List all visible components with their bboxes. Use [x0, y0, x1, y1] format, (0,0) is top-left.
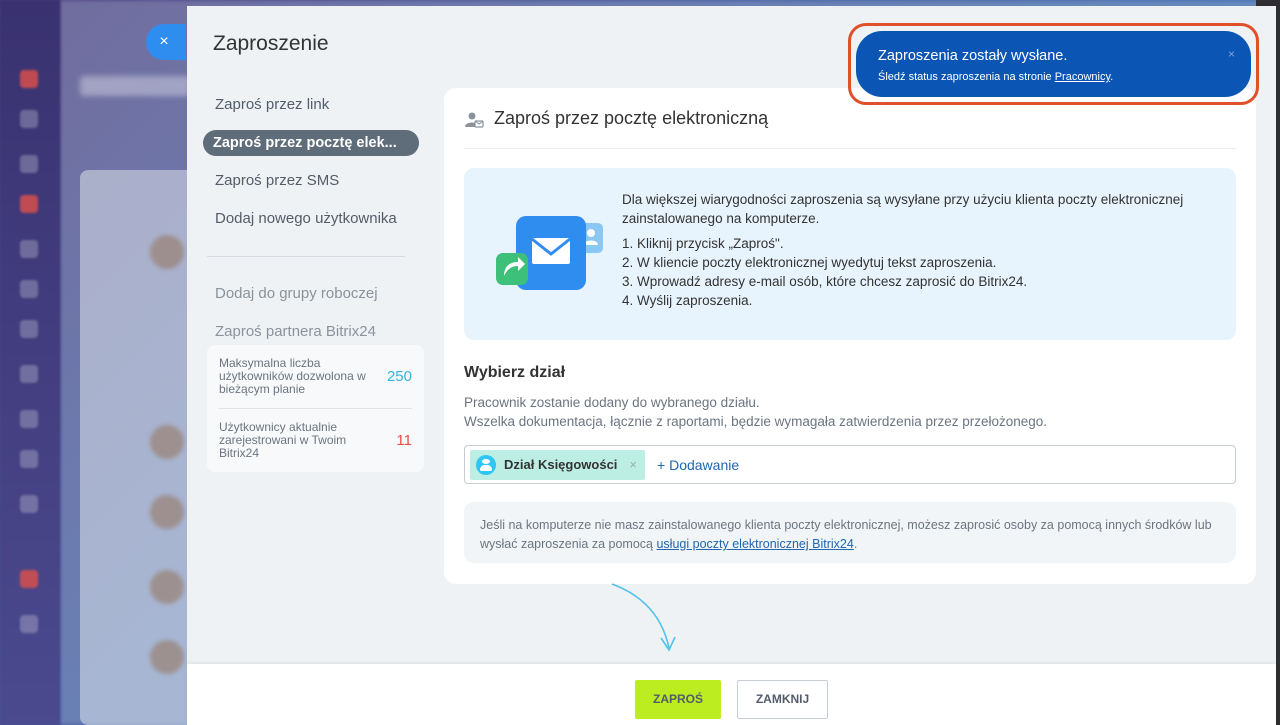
notification-toast: Zaproszenia zostały wysłane. Śledź statu…: [856, 31, 1251, 97]
toast-sub-text: Śledź status zaproszenia na stronie: [878, 71, 1055, 83]
background-avatar: [150, 570, 184, 604]
page-title: Zaproszenie: [213, 32, 329, 55]
toast-close-icon[interactable]: ×: [1228, 47, 1235, 61]
background-avatar: [150, 495, 184, 529]
stat-value: 11: [396, 432, 412, 449]
nav-item-invite-sms[interactable]: Zaproś przez SMS: [203, 162, 423, 200]
nav-item-invite-link[interactable]: Zaproś przez link: [203, 86, 423, 124]
note-end: .: [853, 537, 858, 551]
background-avatar: [150, 640, 184, 674]
invite-slider: Zaproszenie Zaproś przez link Zaproś prz…: [187, 6, 1276, 725]
info-intro: Dla większej wiarygodności zaproszenia s…: [622, 192, 1184, 226]
invite-button[interactable]: ZAPROŚ: [635, 680, 721, 719]
tag-remove-icon[interactable]: ×: [629, 457, 637, 472]
nav-item-add-user[interactable]: Dodaj nowego użytkownika: [203, 200, 423, 238]
employees-link[interactable]: Pracownicy: [1055, 71, 1110, 83]
nav-divider: [207, 256, 405, 257]
stat-label: Maksymalna liczba użytkowników dozwolona…: [219, 356, 366, 396]
stat-label: Użytkownicy aktualnie zarejestrowani w T…: [219, 420, 347, 460]
nav-item-add-to-workgroup[interactable]: Dodaj do grupy roboczej: [203, 275, 423, 313]
background-title: [80, 76, 190, 96]
info-step: 2. W kliencie poczty elektronicznej wyed…: [622, 255, 997, 270]
invite-email-card: Zaproś przez pocztę elektroniczną Dla wi…: [444, 88, 1256, 584]
toast-highlight: Zaproszenia zostały wysłane. Śledź statu…: [848, 23, 1259, 105]
card-title: Zaproś przez pocztę elektroniczną: [494, 108, 769, 128]
info-box: Dla większej wiarygodności zaproszenia s…: [464, 168, 1236, 340]
department-description-line: Wszelka dokumentacja, łącznie z raportam…: [464, 414, 1048, 429]
department-selector[interactable]: Dział Księgowości × + Dodawanie: [464, 445, 1236, 484]
toast-title: Zaproszenia zostały wysłane.: [878, 48, 1068, 64]
info-step: 3. Wprowadź adresy e-mail osób, które ch…: [622, 274, 1028, 289]
info-step: 1. Kliknij przycisk „Zaproś".: [622, 236, 784, 251]
email-service-note: Jeśli na komputerze nie masz zainstalowa…: [464, 502, 1236, 563]
close-button[interactable]: ZAMKNIJ: [737, 680, 828, 719]
group-icon: [476, 454, 496, 475]
department-tag[interactable]: Dział Księgowości ×: [470, 449, 646, 480]
slider-close-button[interactable]: ×: [146, 24, 186, 60]
department-description-line: Pracownik zostanie dodany do wybranego d…: [464, 395, 760, 410]
info-step: 4. Wyślij zaproszenia.: [622, 293, 753, 308]
user-limit-stats: Maksymalna liczba użytkowników dozwolona…: [207, 345, 424, 472]
stat-value: 250: [386, 368, 412, 385]
email-illustration-icon: [496, 216, 603, 290]
toast-sub-end: .: [1110, 71, 1114, 83]
toast-subtitle: Śledź status zaproszenia na stronie Prac…: [878, 71, 1229, 83]
background-avatar: [150, 235, 184, 269]
background-sidebar: [0, 0, 60, 725]
card-header: Zaproś przez pocztę elektroniczną: [464, 108, 1236, 149]
stat-max-users: Maksymalna liczba użytkowników dozwolona…: [219, 345, 412, 408]
bitrix-mail-service-link[interactable]: usługi poczty elektronicznej Bitrix24: [656, 537, 853, 551]
nav-item-invite-email[interactable]: Zaproś przez pocztę elek...: [203, 130, 419, 156]
department-tag-label: Dział Księgowości: [504, 457, 618, 472]
slider-footer: ZAPROŚ ZAMKNIJ: [187, 664, 1276, 725]
add-department-link[interactable]: + Dodawanie: [657, 457, 739, 473]
invite-nav: Zaproś przez link Zaproś przez pocztę el…: [203, 86, 423, 351]
department-heading: Wybierz dział: [464, 364, 566, 381]
user-mail-icon: [465, 112, 484, 128]
pointer-arrow-icon: [611, 583, 676, 652]
department-description: Pracownik zostanie dodany do wybranego d…: [464, 393, 1047, 431]
background-avatar: [150, 425, 184, 459]
info-text: Dla większej wiarygodności zaproszenia s…: [622, 190, 1222, 310]
stat-current-users: Użytkownicy aktualnie zarejestrowani w T…: [219, 408, 412, 472]
